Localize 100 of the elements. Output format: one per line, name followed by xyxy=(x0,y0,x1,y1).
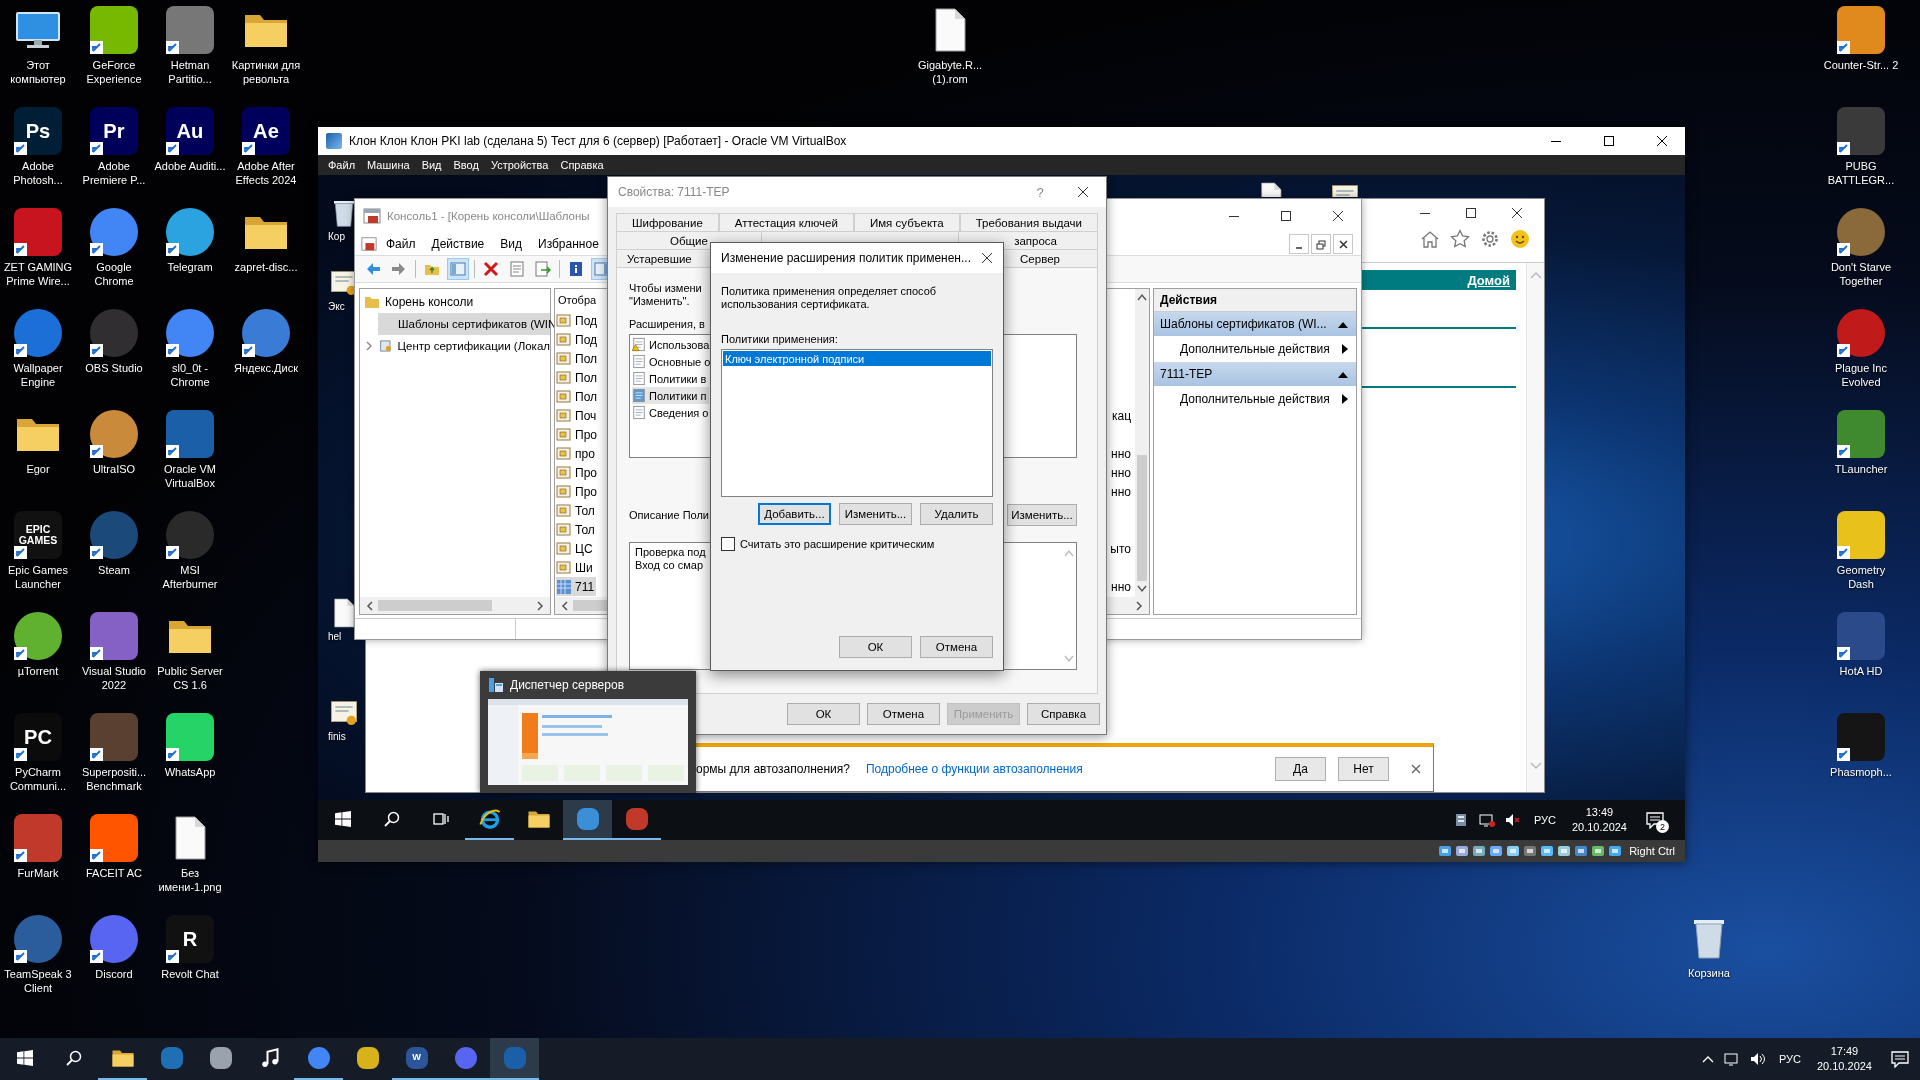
list-item[interactable]: Пол xyxy=(556,387,600,406)
dialog-button[interactable]: Отмена xyxy=(867,703,940,725)
dialog-button[interactable]: Удалить xyxy=(920,503,993,525)
icon-label: Telegram xyxy=(167,260,213,274)
list-item[interactable]: Под xyxy=(556,330,600,349)
icon-label: ZET GAMING Prime Wire... xyxy=(2,260,74,288)
list-item[interactable]: ЦС xyxy=(556,539,595,558)
menu-item[interactable]: Избранное xyxy=(531,237,606,251)
clock-time[interactable]: 17:49 xyxy=(1830,1044,1859,1059)
tree-item[interactable]: Центр сертификации (Локал xyxy=(360,335,550,357)
icon-label: Revolt Chat xyxy=(161,967,219,981)
column-text: нно xyxy=(1111,465,1131,480)
dialog-button[interactable]: Справка xyxy=(1027,703,1100,725)
icon-label: WhatsApp xyxy=(164,765,216,779)
list-item[interactable]: Политики п xyxy=(632,387,709,404)
clock-date[interactable]: 20.10.2024 xyxy=(1571,820,1627,835)
dialog-button[interactable]: ОК xyxy=(839,636,912,658)
list-item[interactable]: Поч xyxy=(556,406,599,425)
language-indicator[interactable]: РУС xyxy=(1533,814,1556,826)
icon-label: MSI Afterburner xyxy=(161,563,219,591)
action-group-header[interactable]: Шаблоны сертификатов (WI... xyxy=(1154,312,1356,336)
dialog-button[interactable]: Изменить... xyxy=(839,503,912,525)
list-item[interactable]: Использова xyxy=(632,336,712,353)
dialog-button[interactable]: ОК xyxy=(787,703,860,725)
menu-item[interactable]: Ввод xyxy=(447,159,485,171)
icon-label: finis xyxy=(328,731,346,743)
menu-item[interactable]: Действие xyxy=(424,237,492,251)
app-icon[interactable]: PC xyxy=(14,713,62,761)
list-item[interactable]: Основные о xyxy=(632,353,713,370)
menu-item[interactable]: Вид xyxy=(493,237,529,251)
icon-label: FACEIT AC xyxy=(85,866,142,880)
app-icon[interactable]: Ae xyxy=(242,107,290,155)
learn-more-link[interactable]: Подробнее о функции автозаполнения xyxy=(865,762,1083,776)
list-item[interactable]: Пол xyxy=(556,349,600,368)
tab[interactable]: Аттестация ключей xyxy=(718,213,854,231)
list-item[interactable]: Под xyxy=(556,311,600,330)
action-item[interactable]: Дополнительные действия xyxy=(1154,386,1356,412)
action-item[interactable]: Дополнительные действия xyxy=(1154,336,1356,362)
column-text: нно xyxy=(1111,446,1131,461)
checkbox-label: Считать это расширение критическим xyxy=(740,538,935,550)
icon-label: µTorrent xyxy=(17,664,59,678)
clock-date[interactable]: 20.10.2024 xyxy=(1816,1059,1872,1074)
icon-label: Adobe After Effects 2024 xyxy=(234,159,298,187)
menu-item[interactable]: Файл xyxy=(379,237,423,251)
tab[interactable]: Требования выдачи xyxy=(959,213,1098,231)
list-item[interactable]: Про xyxy=(556,425,599,444)
language-indicator[interactable]: РУС xyxy=(1778,1053,1801,1065)
app-icon[interactable]: Au xyxy=(166,107,214,155)
column-header[interactable]: Отобра xyxy=(556,289,597,311)
app-icon: W xyxy=(405,1047,428,1069)
dialog-button[interactable]: Добавить... xyxy=(758,503,831,525)
notification-count: 2 xyxy=(1656,820,1669,833)
icon-label: Egor xyxy=(26,462,50,476)
list-label: Политики применения: xyxy=(721,333,839,345)
list-item[interactable]: Тол xyxy=(556,520,597,539)
list-item[interactable]: Тол xyxy=(556,501,597,520)
tree-item[interactable]: Корень консоли xyxy=(360,291,550,313)
icon-label: Без имени-1.png xyxy=(157,866,223,894)
app-icon[interactable]: Pr xyxy=(90,107,138,155)
menu-item[interactable]: Вид xyxy=(415,159,448,171)
tab[interactable]: Имя субъекта xyxy=(853,213,960,231)
app-icon[interactable]: EPIC GAMES xyxy=(14,511,62,559)
menu-item[interactable]: Файл xyxy=(322,159,362,171)
edit-button[interactable]: Изменить... xyxy=(1007,504,1077,526)
app-icon[interactable]: R xyxy=(166,915,214,963)
list-item[interactable]: Про xyxy=(556,463,599,482)
list-item[interactable]: про xyxy=(556,444,597,463)
icon-label: OBS Studio xyxy=(85,361,143,375)
list-item[interactable]: Ключ электронной подписи xyxy=(723,351,991,366)
action-group-header[interactable]: 7111-TEP xyxy=(1154,362,1356,386)
list-item[interactable]: 711 xyxy=(556,577,597,596)
icon-label: Geometry Dash xyxy=(1835,563,1887,591)
answer-button[interactable]: Да xyxy=(1275,757,1326,781)
list-item[interactable]: Пол xyxy=(556,368,600,387)
home-link[interactable]: Домой xyxy=(1467,272,1510,288)
menu-item[interactable]: Машина xyxy=(361,159,416,171)
icon-label: Hetman Partitio... xyxy=(167,58,213,86)
icon-label: Epic Games Launcher xyxy=(7,563,69,591)
answer-button[interactable]: Нет xyxy=(1338,757,1389,781)
clock-time[interactable]: 13:49 xyxy=(1585,805,1614,820)
icon-label: Корзина xyxy=(1688,966,1730,980)
icon-label: PUBG BATTLEGR... xyxy=(1826,159,1896,187)
list-item[interactable]: Сведения о xyxy=(632,404,711,421)
host-key-label: Right Ctrl xyxy=(1629,845,1675,857)
help-button[interactable]: ? xyxy=(1020,184,1060,200)
icon-label: Steam xyxy=(98,563,130,577)
column-text: нно xyxy=(1111,579,1131,594)
dialog-button[interactable]: Отмена xyxy=(920,636,993,658)
icon-label: Don't Starve Together xyxy=(1829,260,1893,288)
list-item[interactable]: Ши xyxy=(556,558,595,577)
section-label: Описание Поли xyxy=(629,509,709,521)
menu-item[interactable]: Устройства xyxy=(484,159,555,171)
list-item[interactable]: Про xyxy=(556,482,599,501)
app-icon[interactable]: Ps xyxy=(14,107,62,155)
taskbar-button[interactable]: W xyxy=(392,1038,441,1080)
tab[interactable]: Шифрование xyxy=(616,213,719,231)
menu-item[interactable]: Справка xyxy=(554,159,610,171)
list-item[interactable]: Политики в xyxy=(632,370,709,387)
icon-label: HotA HD xyxy=(1839,664,1883,678)
icon-label: TeamSpeak 3 Client xyxy=(3,967,73,995)
